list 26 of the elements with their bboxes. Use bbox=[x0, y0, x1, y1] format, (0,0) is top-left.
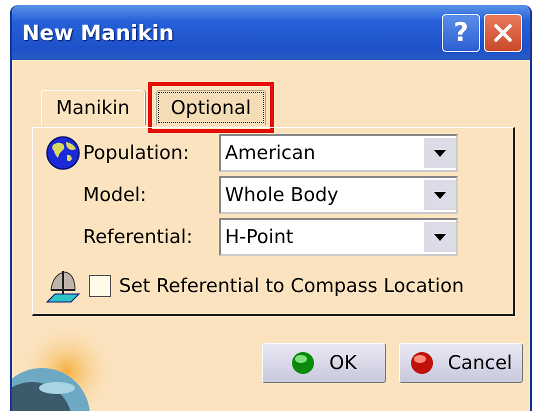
close-button[interactable] bbox=[484, 14, 522, 52]
globe-icon bbox=[45, 135, 81, 171]
dropdown-button[interactable] bbox=[423, 138, 456, 168]
close-icon bbox=[492, 22, 514, 44]
ok-button[interactable]: OK bbox=[262, 343, 386, 383]
orb-icon bbox=[410, 351, 434, 375]
window-title: New Manikin bbox=[22, 20, 174, 44]
dropdown-button[interactable] bbox=[423, 180, 456, 210]
dropdown[interactable]: H-Point bbox=[219, 218, 458, 256]
dropdown-button[interactable] bbox=[423, 222, 456, 252]
field-label: Referential: bbox=[83, 226, 194, 248]
checkbox-label[interactable]: Set Referential to Compass Location bbox=[119, 275, 464, 297]
cancel-button[interactable]: Cancel bbox=[399, 343, 523, 383]
tab[interactable]: Optional bbox=[156, 90, 266, 125]
dropdown[interactable]: Whole Body bbox=[219, 176, 458, 214]
help-button[interactable]: ? bbox=[442, 14, 480, 52]
field-label: Population: bbox=[83, 142, 190, 164]
caret-icon bbox=[434, 150, 446, 156]
dropdown[interactable]: American bbox=[219, 134, 458, 172]
compass-icon bbox=[45, 268, 81, 304]
orb-icon bbox=[291, 351, 316, 375]
caret-icon bbox=[434, 234, 446, 240]
field-label: Model: bbox=[83, 184, 148, 206]
tab[interactable]: Manikin bbox=[41, 90, 145, 125]
checkbox[interactable] bbox=[89, 275, 111, 297]
caret-icon bbox=[434, 192, 446, 198]
